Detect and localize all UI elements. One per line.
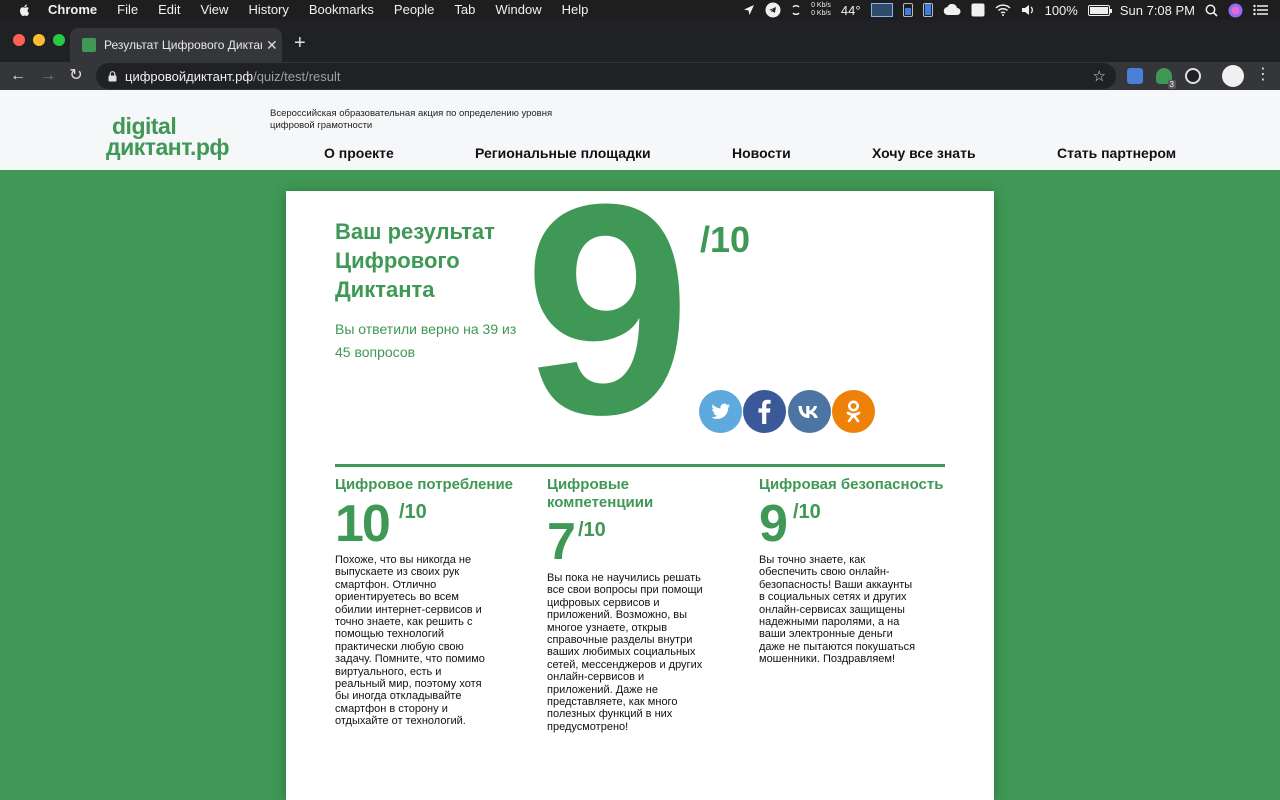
share-vk-button[interactable] (788, 390, 831, 433)
category-description: Вы точно знаете, как обеспечить свою онл… (759, 554, 916, 666)
category-score: 10 (335, 495, 391, 553)
clock[interactable]: Sun 7:08 PM (1120, 3, 1195, 18)
disk-gauge-icon[interactable] (922, 3, 933, 17)
vk-icon (788, 390, 831, 433)
chrome-menu-icon[interactable]: ⋮ (1255, 66, 1271, 84)
extension-badge: 3 (1167, 80, 1176, 89)
reload-icon[interactable]: ↻ (66, 66, 86, 86)
category-security: Цифровая безопасность 9 /10 Вы точно зна… (759, 476, 949, 666)
browser-tab-strip: Результат Цифрового Диктанта ✕ + (0, 20, 1280, 62)
sync-icon[interactable] (791, 3, 801, 17)
shield-extension-icon[interactable]: 3 (1156, 68, 1176, 89)
window-minimize-button[interactable] (33, 34, 45, 46)
new-tab-button[interactable]: + (294, 33, 306, 53)
total-score-max: /10 (700, 219, 751, 260)
site-logo[interactable]: digital диктант.рф (106, 115, 230, 160)
battery-icon[interactable] (1087, 4, 1112, 16)
category-title: Цифровая безопасность (759, 476, 944, 493)
address-bar[interactable]: цифровойдиктант.рф /quiz/test/result ☆ (96, 63, 1116, 89)
net-up-value: 0 Kb/s (811, 2, 831, 9)
url-path: /quiz/test/result (253, 68, 341, 84)
share-odnoklassniki-button[interactable] (832, 390, 875, 433)
category-score-max: /10 (399, 501, 427, 523)
notification-center-icon[interactable] (1253, 4, 1268, 16)
category-score-max: /10 (578, 519, 606, 541)
category-score: 7 (547, 513, 576, 571)
temperature-value[interactable]: 44° (841, 3, 861, 18)
lock-icon[interactable] (108, 70, 117, 82)
tab-title: Результат Цифрового Диктанта (104, 38, 262, 52)
result-subtitle: Вы ответили верно на 39 из 45 вопросов (335, 321, 517, 360)
category-score-max: /10 (793, 501, 821, 523)
nav-want-to-know-all[interactable]: Хочу все знать (872, 145, 976, 161)
browser-toolbar: ← → ↻ цифровойдиктант.рф /quiz/test/resu… (0, 62, 1280, 90)
category-description: Похоже, что вы никогда не выпускаете из … (335, 554, 485, 728)
macos-menubar: Chrome File Edit View History Bookmarks … (0, 0, 1280, 20)
category-title: Цифровые компетенциии (547, 476, 654, 511)
total-score: 9 (524, 141, 691, 477)
category-score-block: 10 /10 (335, 498, 525, 550)
category-description: Вы пока не научились решать все свои воп… (547, 572, 703, 733)
siri-icon[interactable] (1228, 3, 1243, 18)
back-arrow-icon[interactable]: ← (8, 66, 28, 86)
odnoklassniki-icon (832, 390, 875, 433)
menu-edit[interactable]: Edit (158, 0, 180, 20)
logo-line-2: диктант.рф (106, 134, 230, 160)
cloud-icon[interactable] (943, 4, 961, 16)
network-speed[interactable]: 0 Kb/s 0 Kb/s (811, 2, 831, 18)
twitter-icon (699, 390, 742, 433)
window-zoom-button[interactable] (53, 34, 65, 46)
menu-bookmarks[interactable]: Bookmarks (309, 0, 374, 20)
battery-percent[interactable]: 100% (1045, 3, 1078, 18)
net-down-value: 0 Kb/s (811, 10, 831, 17)
forward-arrow-icon[interactable]: → (38, 66, 58, 86)
category-score: 9 (759, 495, 788, 553)
result-title: Ваш результат Цифрового Диктанта (335, 219, 495, 302)
menu-people[interactable]: People (394, 0, 434, 20)
section-divider (335, 464, 945, 467)
menubar-status-area: 0 Kb/s 0 Kb/s 44° 100% Sun 7:08 PM (733, 0, 1268, 20)
menu-tab[interactable]: Tab (454, 0, 475, 20)
menu-file[interactable]: File (117, 0, 138, 20)
location-arrow-icon[interactable] (743, 4, 755, 16)
nav-about[interactable]: О проекте (324, 145, 394, 161)
share-twitter-button[interactable] (699, 390, 742, 433)
category-competencies: Цифровые компетенциии 7 /10 Вы пока не н… (547, 476, 737, 733)
browser-tab-active[interactable]: Результат Цифрового Диктанта ✕ (70, 28, 282, 62)
apple-icon[interactable] (18, 3, 32, 17)
tab-close-icon[interactable]: ✕ (266, 37, 278, 54)
menu-window[interactable]: Window (495, 0, 541, 20)
category-score-block: 9 /10 (759, 498, 949, 550)
profile-avatar[interactable] (1222, 65, 1244, 87)
translate-extension-icon[interactable] (1127, 68, 1143, 84)
menu-view[interactable]: View (200, 0, 228, 20)
category-consumption: Цифровое потребление 10 /10 Похоже, что … (335, 476, 525, 728)
window-close-button[interactable] (13, 34, 25, 46)
menu-history[interactable]: History (248, 0, 288, 20)
site-tagline: Всероссийская образовательная акция по о… (270, 108, 553, 131)
category-title: Цифровое потребление (335, 476, 514, 493)
nav-news[interactable]: Новости (732, 145, 791, 161)
category-score-block: 7 /10 (547, 516, 737, 568)
spotlight-search-icon[interactable] (1205, 4, 1218, 17)
wifi-icon[interactable] (995, 4, 1011, 16)
share-facebook-button[interactable] (743, 390, 786, 433)
facebook-icon (743, 390, 786, 433)
memory-gauge-icon[interactable] (902, 3, 913, 17)
url-host: цифровойдиктант.рф (125, 68, 254, 84)
menu-help[interactable]: Help (562, 0, 589, 20)
input-source-icon[interactable] (971, 3, 985, 17)
play-extension-icon[interactable] (1185, 68, 1201, 84)
volume-icon[interactable] (1021, 4, 1035, 16)
site-favicon-icon (82, 38, 96, 52)
result-card: Ваш результат Цифрового Диктанта Вы отве… (286, 159, 994, 800)
cpu-graph-icon[interactable] (870, 3, 893, 17)
bookmark-star-icon[interactable]: ☆ (1093, 67, 1106, 85)
nav-become-partner[interactable]: Стать партнером (1057, 145, 1176, 161)
telegram-icon[interactable] (765, 2, 781, 18)
menu-app-name[interactable]: Chrome (48, 0, 97, 20)
